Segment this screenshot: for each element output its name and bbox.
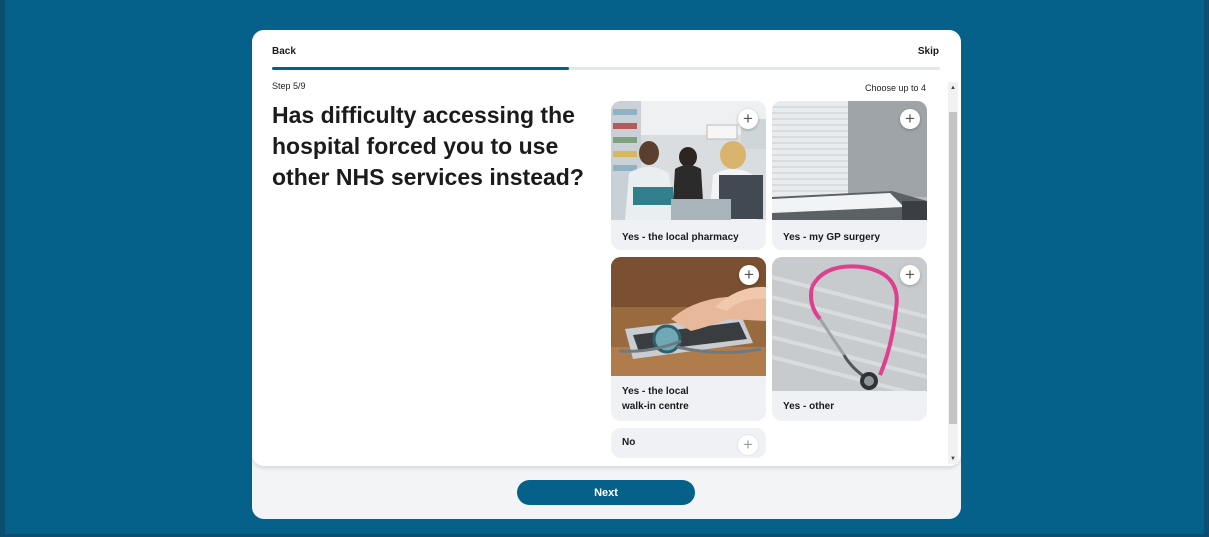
option-walk-in-centre[interactable]: + Yes - the local walk-in centre xyxy=(611,257,766,421)
option-local-pharmacy[interactable]: + Yes - the local pharmacy xyxy=(611,101,766,250)
option-label: Yes - other xyxy=(783,401,835,412)
next-button[interactable]: Next xyxy=(517,480,695,505)
option-label-line1: Yes - the local xyxy=(622,386,689,397)
option-label-line2: walk-in centre xyxy=(622,401,689,412)
option-no[interactable]: No + xyxy=(611,428,766,458)
option-label: Yes - the local pharmacy xyxy=(622,232,739,243)
plus-icon[interactable]: + xyxy=(900,265,920,285)
question-card: Back Skip Step 5/9 Choose up to 4 Has di… xyxy=(252,30,961,466)
step-indicator: Step 5/9 xyxy=(272,81,306,91)
survey-modal: Back Skip Step 5/9 Choose up to 4 Has di… xyxy=(252,30,961,519)
plus-icon[interactable]: + xyxy=(738,109,758,129)
option-other[interactable]: + Yes - other xyxy=(772,257,927,421)
progress-bar xyxy=(272,67,940,70)
selection-hint: Choose up to 4 xyxy=(864,83,926,93)
window-edge-right xyxy=(1204,0,1209,537)
option-label: Yes - my GP surgery xyxy=(783,232,881,243)
option-gp-surgery[interactable]: + Yes - my GP surgery xyxy=(772,101,927,250)
progress-bar-fill xyxy=(272,67,569,70)
plus-icon[interactable]: + xyxy=(738,435,758,455)
option-label: No xyxy=(622,437,636,448)
plus-icon[interactable]: + xyxy=(739,265,759,285)
skip-button[interactable]: Skip xyxy=(918,46,939,57)
scroll-up-arrow-icon[interactable]: ▲ xyxy=(948,85,958,91)
scroll-down-arrow-icon[interactable]: ▼ xyxy=(948,456,958,462)
question-title: Has difficulty accessing the hospital fo… xyxy=(272,102,584,190)
scrollbar-thumb[interactable] xyxy=(949,112,957,424)
plus-icon[interactable]: + xyxy=(900,109,920,129)
window-edge-left xyxy=(0,0,5,537)
back-button[interactable]: Back xyxy=(272,46,296,57)
options-scrollbar[interactable]: ▲ ▼ xyxy=(948,82,958,464)
